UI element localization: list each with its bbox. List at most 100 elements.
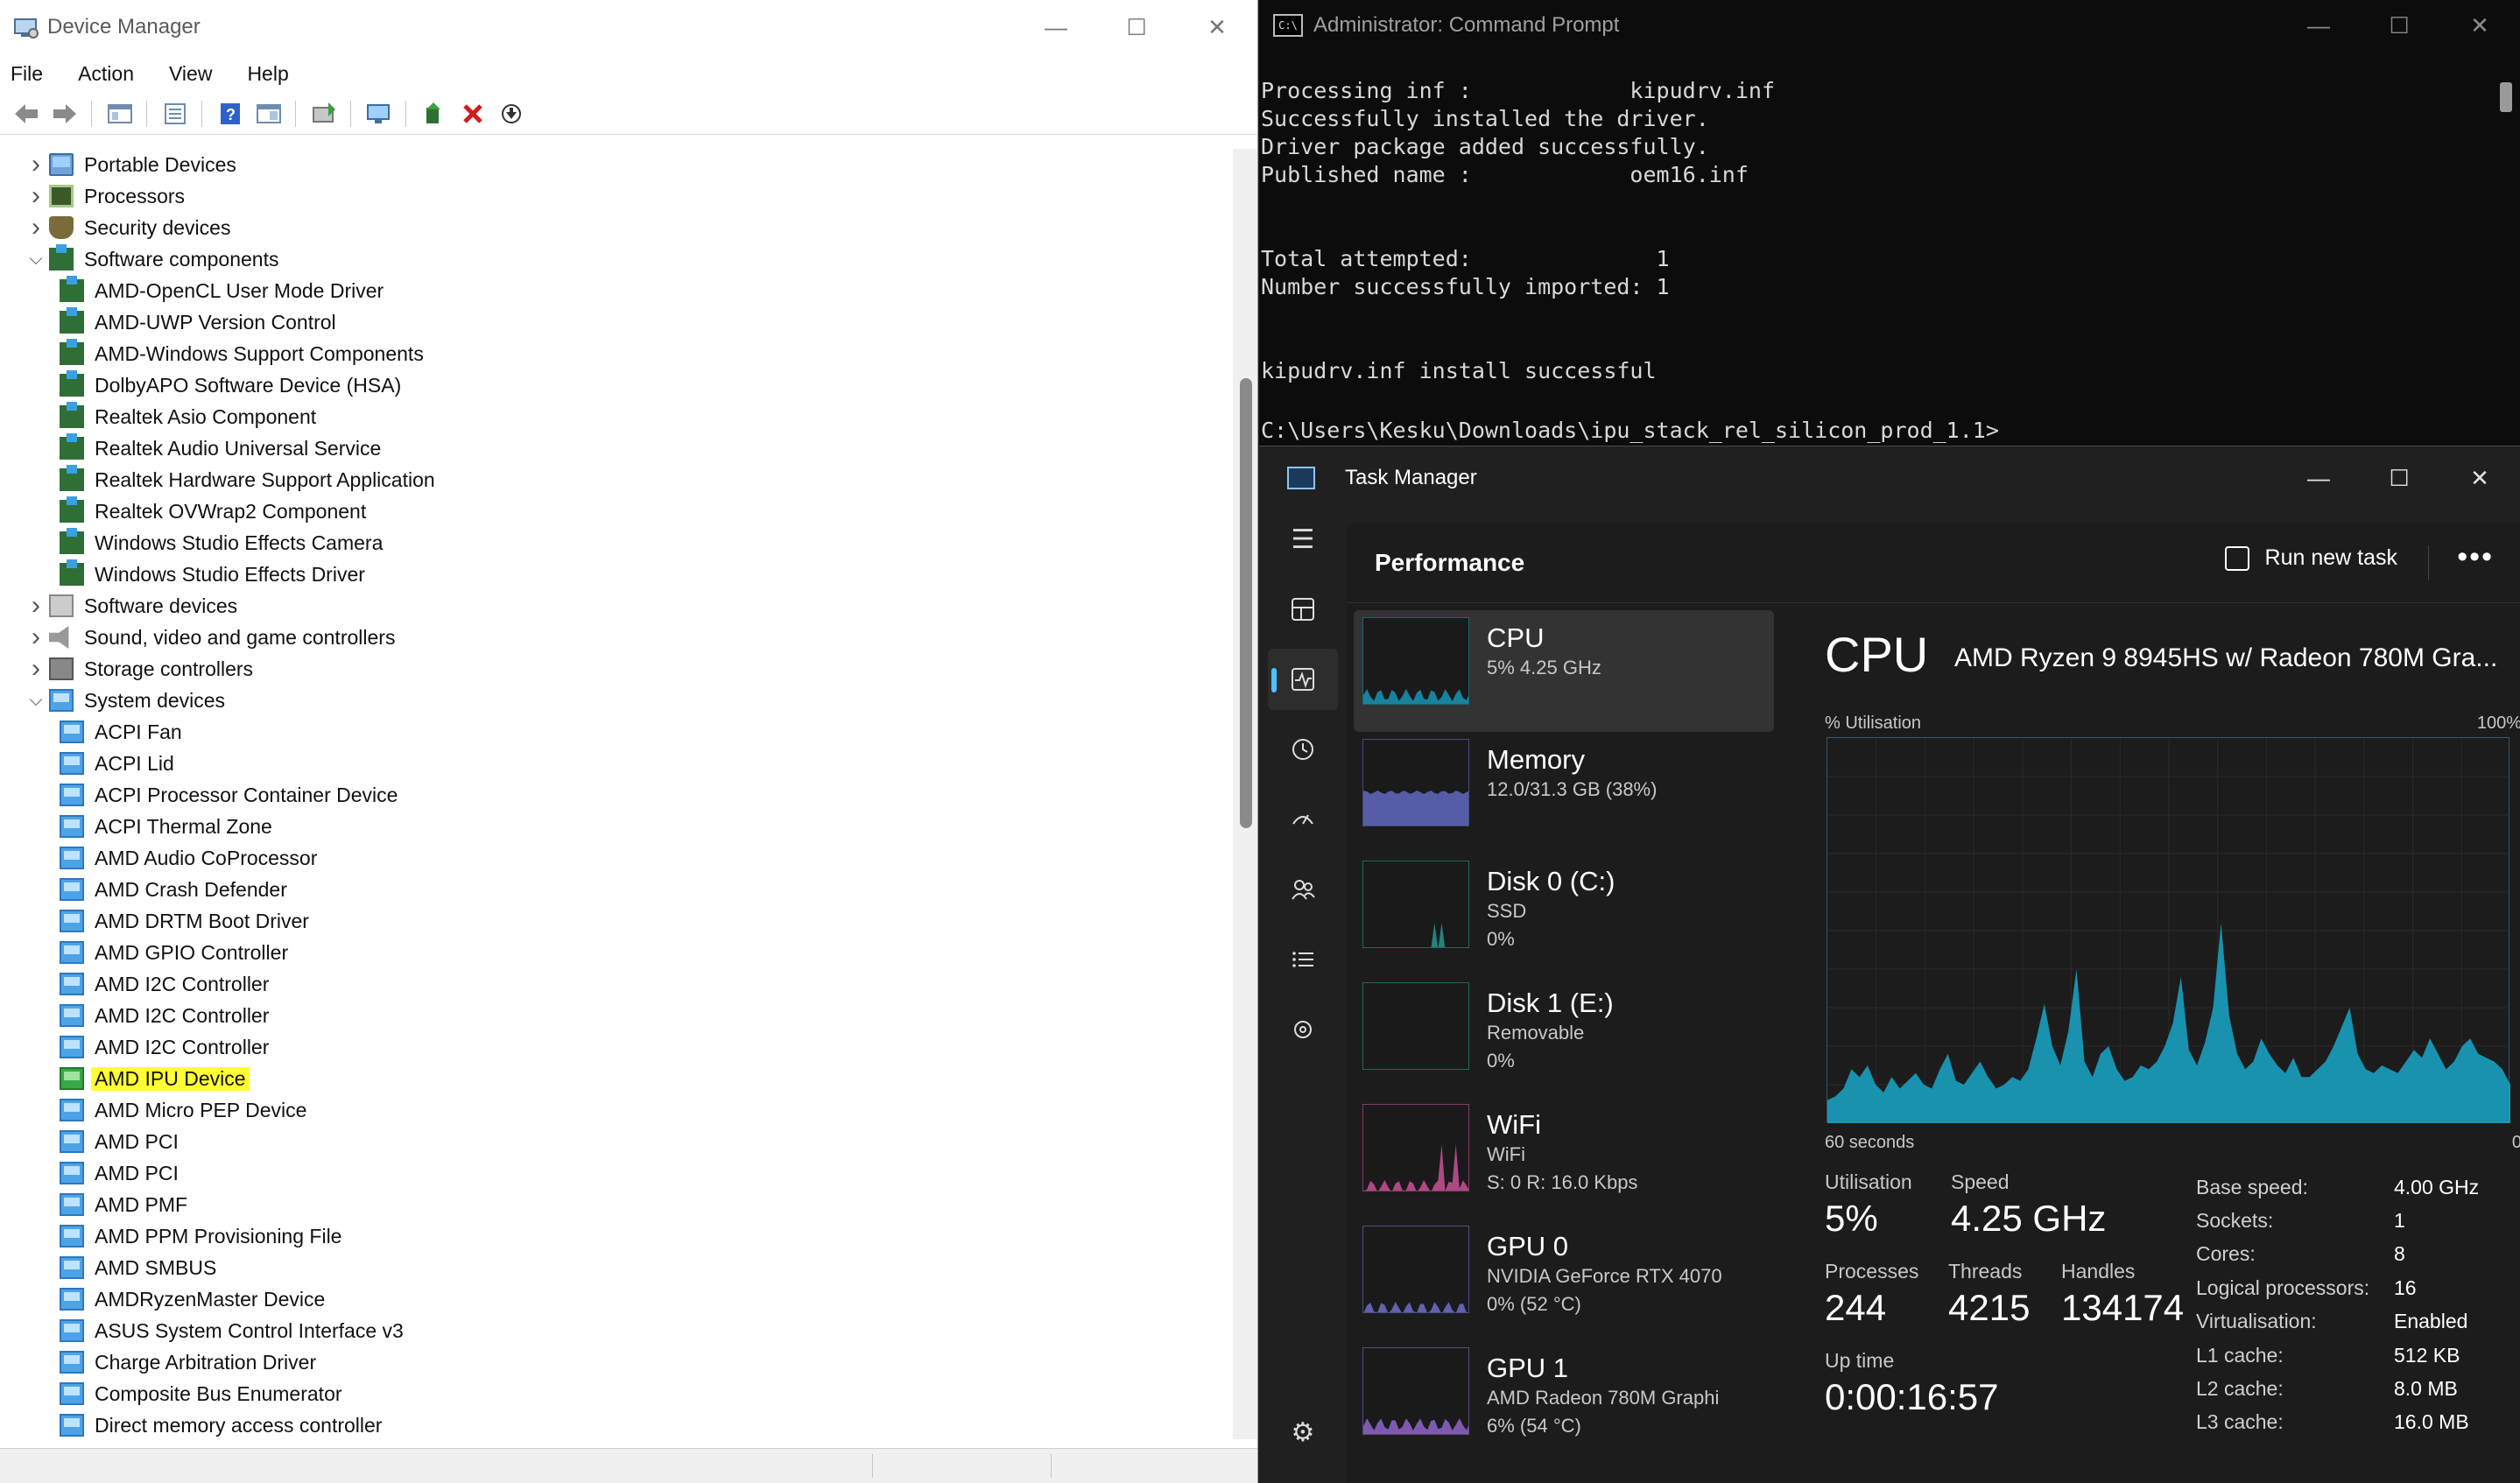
tree-device-item[interactable]: ASUS System Control Interface v3 (7, 1315, 1229, 1346)
console-output[interactable]: Processing inf : kipudrv.inf Successfully… (1259, 51, 2520, 445)
vertical-scrollbar[interactable] (1233, 149, 1257, 1439)
tree-device-item[interactable]: ACPI Thermal Zone (7, 811, 1229, 842)
users-icon[interactable] (1268, 859, 1338, 920)
tree-device-item[interactable]: AMD Crash Defender (7, 874, 1229, 905)
disable-device-icon[interactable] (494, 98, 529, 130)
cmd-scrollbar[interactable] (2497, 54, 2515, 439)
collapse-chevron-icon[interactable]: ⌵ (23, 250, 49, 270)
device-tile[interactable]: CPU 5% 4.25 GHz (1354, 610, 1774, 732)
tree-device-item[interactable]: AMD PMF (7, 1189, 1229, 1220)
stat-label: Processes (1825, 1260, 1919, 1283)
tree-device-item[interactable]: Realtek Asio Component (7, 401, 1229, 432)
device-tile[interactable]: GPU 1 AMD Radeon 780M Graphi 6% (54 °C) (1354, 1340, 1774, 1462)
details-list-icon[interactable] (1268, 929, 1338, 990)
device-tile[interactable]: Disk 0 (C:) SSD 0% (1354, 854, 1774, 975)
tree-device-item[interactable]: AMD Audio CoProcessor (7, 842, 1229, 874)
tree-device-item[interactable]: DolbyAPO Software Device (HSA) (7, 369, 1229, 401)
device-tile[interactable]: WiFi WiFi S: 0 R: 16.0 Kbps (1354, 1097, 1774, 1219)
scrollbar-thumb[interactable] (1240, 378, 1252, 828)
maximize-icon[interactable]: ☐ (2359, 0, 2439, 51)
menu-action[interactable]: Action (78, 62, 134, 86)
tree-device-item[interactable]: ACPI Processor Container Device (7, 779, 1229, 811)
tree-category[interactable]: › Processors (7, 180, 1229, 212)
tree-category[interactable]: ⌵ System devices (7, 685, 1229, 716)
tree-device-item[interactable]: Composite Bus Enumerator (7, 1378, 1229, 1409)
tree-device-item[interactable]: AMD IPU Device (7, 1063, 1229, 1094)
tree-device-item[interactable]: AMD GPIO Controller (7, 937, 1229, 968)
cmd-scrollbar-thumb[interactable] (2500, 82, 2512, 112)
expand-chevron-icon[interactable]: › (23, 591, 49, 621)
tree-category[interactable]: ⌵ Software components (7, 243, 1229, 275)
tree-device-item[interactable]: AMD PPM Provisioning File (7, 1220, 1229, 1252)
app-history-icon[interactable] (1268, 719, 1338, 780)
tree-device-item[interactable]: AMD-UWP Version Control (7, 306, 1229, 338)
menu-file[interactable]: File (11, 62, 43, 86)
startup-apps-icon[interactable] (1268, 789, 1338, 850)
tree-device-item[interactable]: AMD PCI (7, 1126, 1229, 1157)
minimize-icon[interactable]: — (1016, 0, 1096, 54)
scan-hardware-icon[interactable] (362, 98, 397, 130)
tree-device-item[interactable]: Windows Studio Effects Driver (7, 559, 1229, 590)
close-icon[interactable]: ✕ (2439, 447, 2520, 509)
tree-device-item[interactable]: Direct memory access controller (7, 1409, 1229, 1441)
properties-icon[interactable] (158, 98, 193, 130)
update-driver-icon[interactable] (306, 98, 341, 130)
tree-category[interactable]: › Portable Devices (7, 149, 1229, 180)
maximize-icon[interactable]: ☐ (1096, 0, 1177, 54)
minimize-icon[interactable]: — (2278, 447, 2359, 509)
device-tile[interactable]: Disk 1 (E:) Removable 0% (1354, 975, 1774, 1097)
tree-device-item[interactable]: Realtek Hardware Support Application (7, 464, 1229, 496)
collapse-chevron-icon[interactable]: ⌵ (23, 691, 49, 711)
action-pane-icon[interactable] (251, 98, 286, 130)
more-options-icon[interactable]: ••• (2457, 540, 2494, 574)
forward-arrow-icon[interactable] (47, 98, 82, 130)
device-tile[interactable]: Memory 12.0/31.3 GB (38%) (1354, 732, 1774, 854)
tree-device-item[interactable]: AMD I2C Controller (7, 1031, 1229, 1063)
close-icon[interactable]: ✕ (1177, 0, 1257, 54)
expand-chevron-icon[interactable]: › (23, 622, 49, 652)
tree-device-item[interactable]: ACPI Lid (7, 748, 1229, 779)
tree-device-item[interactable]: Realtek OVWrap2 Component (7, 496, 1229, 527)
tree-device-item[interactable]: AMD I2C Controller (7, 968, 1229, 1000)
tree-device-item[interactable]: AMD-Windows Support Components (7, 338, 1229, 369)
expand-chevron-icon[interactable]: › (23, 181, 49, 211)
tree-device-item[interactable]: AMDRyzenMaster Device (7, 1283, 1229, 1315)
expand-chevron-icon[interactable]: › (23, 213, 49, 242)
expand-chevron-icon[interactable]: › (23, 150, 49, 179)
tree-device-item[interactable]: Charge Arbitration Driver (7, 1346, 1229, 1378)
tree-device-item[interactable]: AMD Micro PEP Device (7, 1094, 1229, 1126)
settings-gear-icon[interactable]: ⚙ (1268, 1402, 1338, 1463)
show-hide-console-tree-icon[interactable] (102, 98, 137, 130)
tree-category[interactable]: › Security devices (7, 212, 1229, 243)
back-arrow-icon[interactable] (9, 98, 44, 130)
tree-device-item[interactable]: Windows Studio Effects Camera (7, 527, 1229, 559)
expand-chevron-icon[interactable]: › (23, 654, 49, 684)
uninstall-device-icon[interactable] (455, 98, 490, 130)
stat-handles: Handles 134174 (2061, 1260, 2184, 1329)
tree-device-item[interactable]: AMD I2C Controller (7, 1000, 1229, 1031)
tree-device-item[interactable]: AMD PCI (7, 1157, 1229, 1189)
device-icon (60, 339, 84, 365)
services-icon[interactable] (1268, 999, 1338, 1060)
device-tile[interactable]: GPU 0 NVIDIA GeForce RTX 4070 0% (52 °C) (1354, 1219, 1774, 1340)
tree-device-item[interactable]: AMD DRTM Boot Driver (7, 905, 1229, 937)
enable-device-icon[interactable] (417, 98, 452, 130)
close-icon[interactable]: ✕ (2439, 0, 2520, 51)
processes-icon[interactable] (1268, 579, 1338, 640)
tree-category[interactable]: › Software devices (7, 590, 1229, 622)
tree-device-item[interactable]: AMD-OpenCL User Mode Driver (7, 275, 1229, 306)
tree-device-item[interactable]: AMD SMBUS (7, 1252, 1229, 1283)
menu-help[interactable]: Help (247, 62, 288, 86)
tree-device-item[interactable]: Realtek Audio Universal Service (7, 432, 1229, 464)
menu-view[interactable]: View (169, 62, 212, 86)
performance-icon[interactable] (1268, 649, 1338, 710)
minimize-icon[interactable]: — (2278, 0, 2359, 51)
maximize-icon[interactable]: ☐ (2359, 447, 2439, 509)
help-icon[interactable]: ? (213, 98, 248, 130)
run-new-task-button[interactable]: Run new task (2224, 545, 2397, 571)
hamburger-menu-icon[interactable]: ☰ (1268, 509, 1338, 570)
tree-category[interactable]: › Sound, video and game controllers (7, 622, 1229, 653)
tree-device-item[interactable]: ACPI Fan (7, 716, 1229, 748)
device-icon (60, 370, 84, 397)
tree-category[interactable]: › Storage controllers (7, 653, 1229, 685)
